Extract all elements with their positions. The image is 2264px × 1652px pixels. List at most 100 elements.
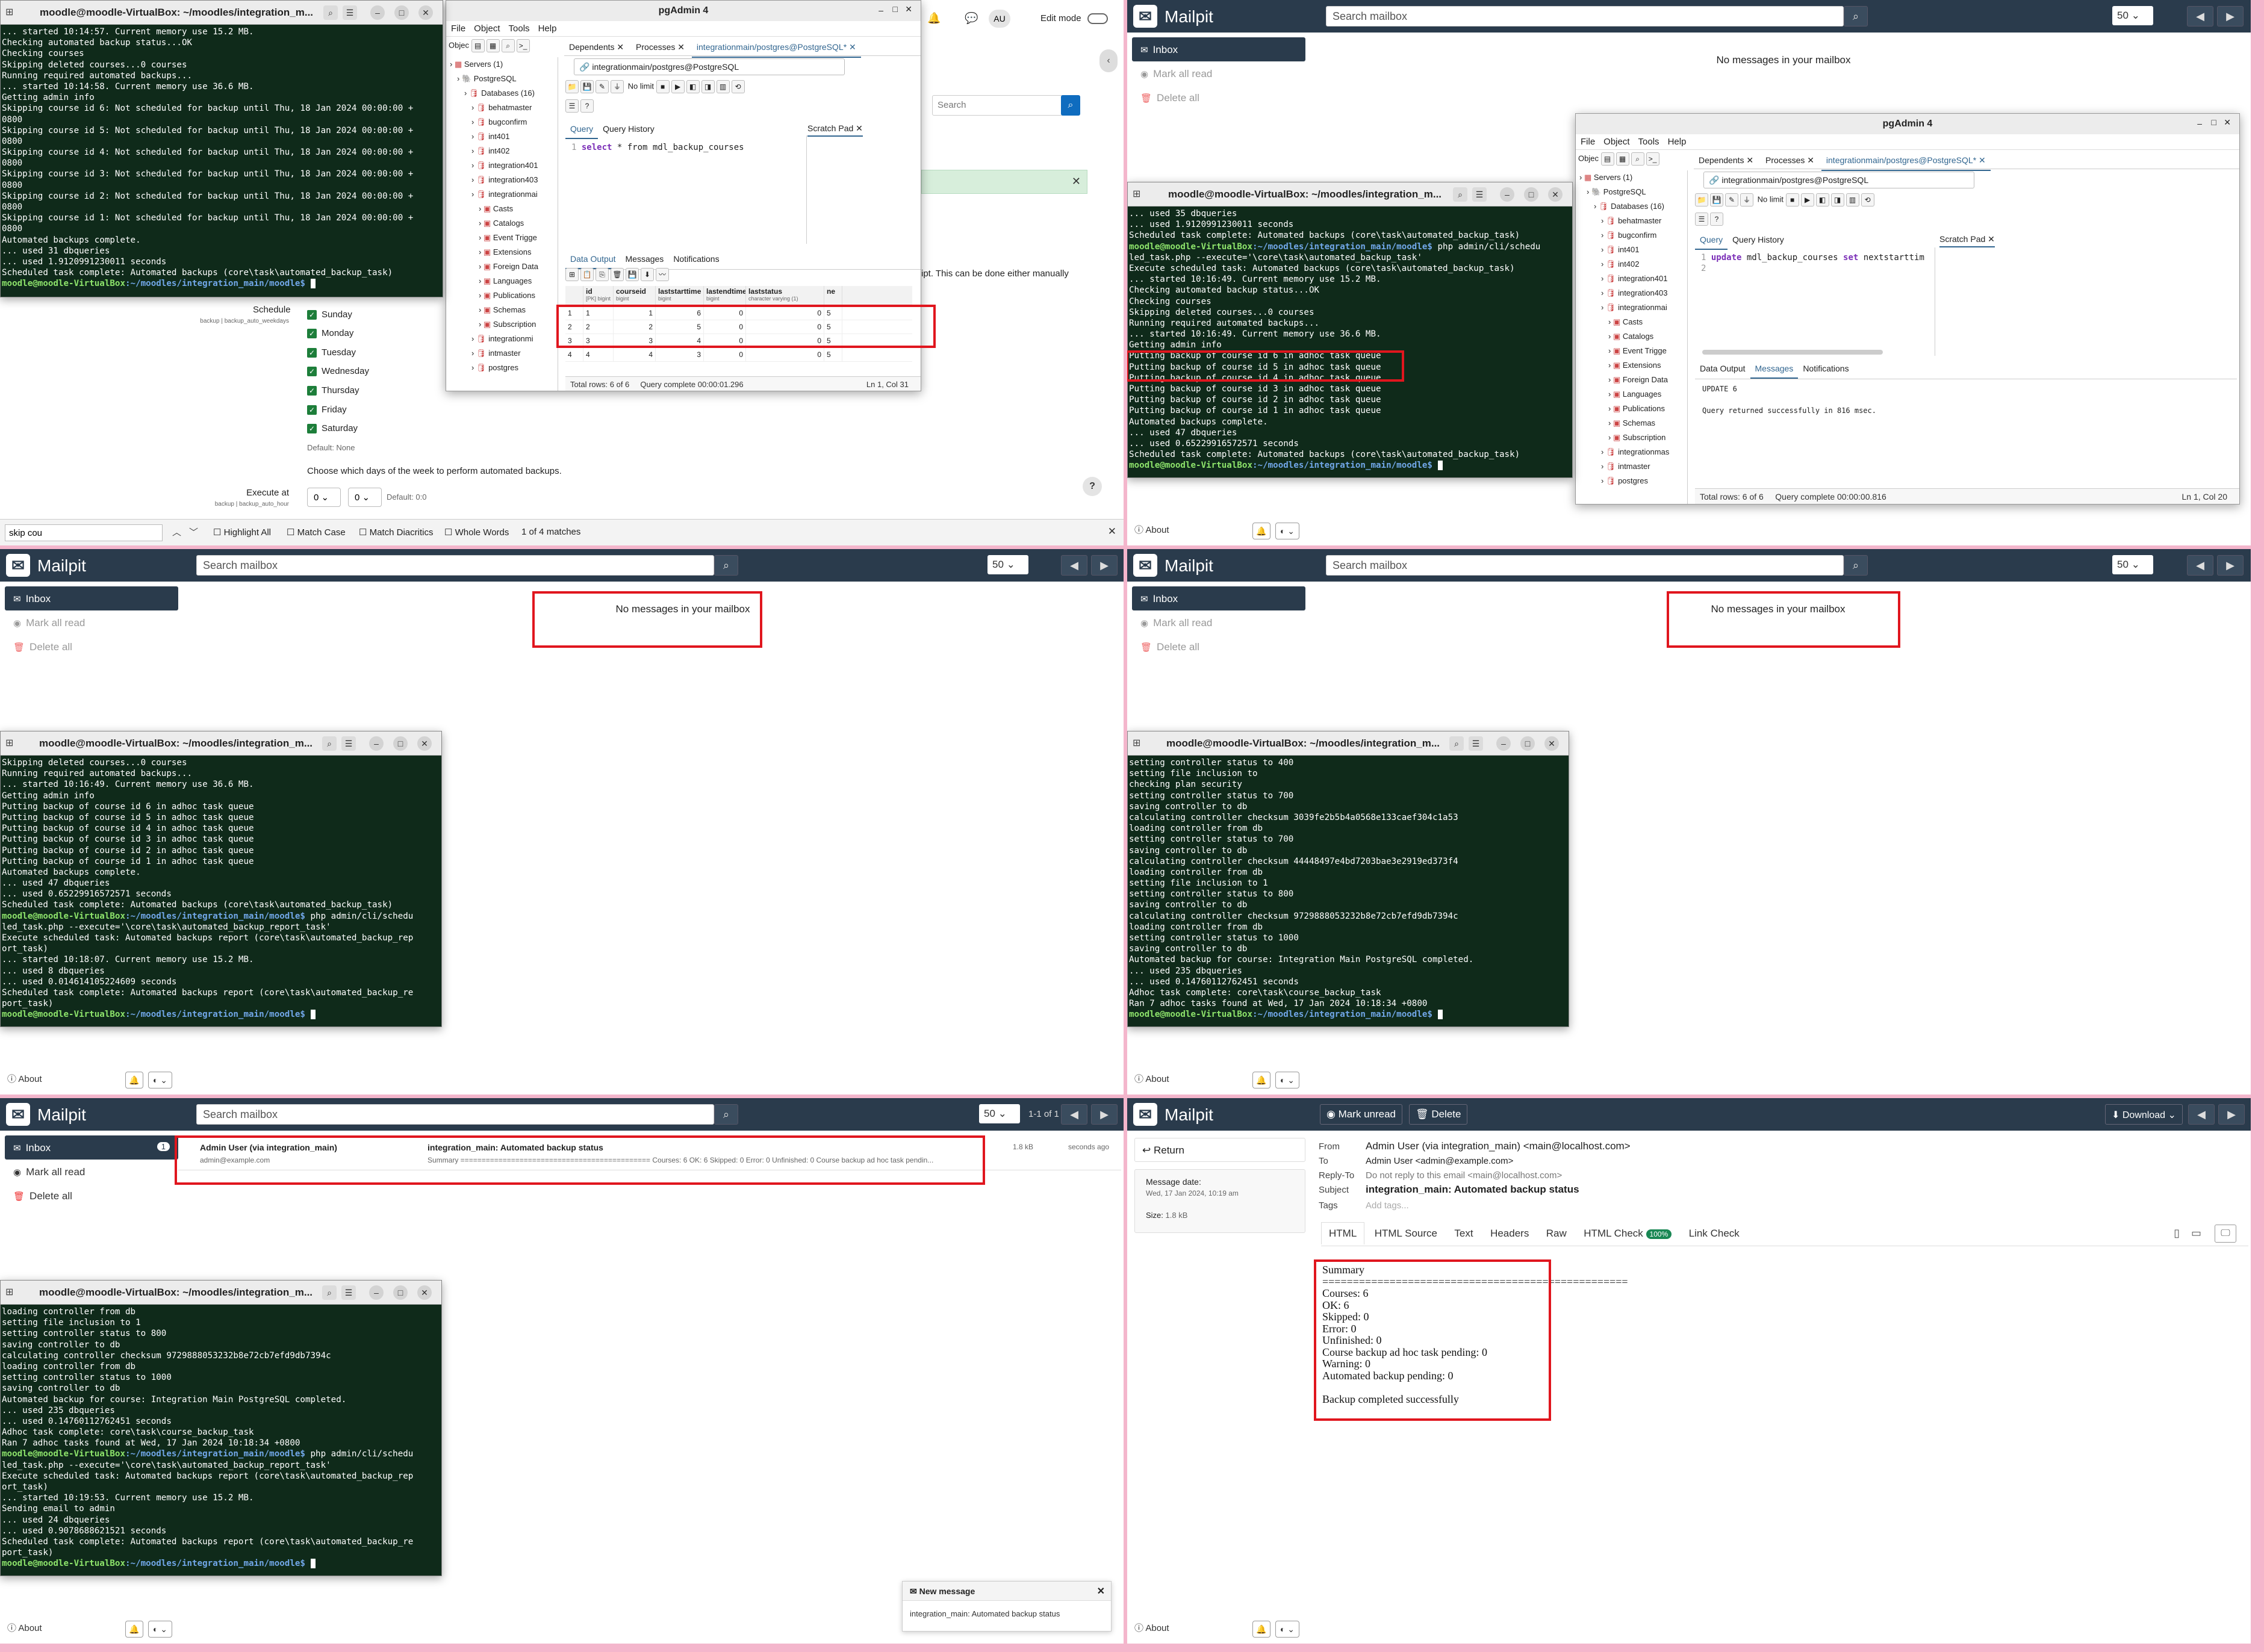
prev-page-icon[interactable]: ◀ [2187, 555, 2213, 576]
maximize-icon[interactable]: □ [893, 4, 898, 14]
day-monday[interactable]: ✓ Monday [307, 328, 353, 339]
maximize-icon[interactable]: □ [393, 736, 408, 751]
maximize-icon[interactable]: □ [393, 1285, 408, 1300]
sql-editor[interactable]: 1 update mdl_backup_courses set nextstar… [1701, 252, 1924, 274]
limit-select[interactable]: No limit [628, 81, 654, 90]
menu-tools[interactable]: Tools [509, 23, 530, 34]
maximize-icon[interactable]: □ [2212, 117, 2216, 127]
tree-node[interactable]: › ▣ Languages [1576, 387, 1687, 402]
maximize-icon[interactable]: □ [1520, 736, 1535, 751]
maximize-icon[interactable]: □ [394, 5, 409, 20]
tab-query-history[interactable]: Query History [1728, 231, 1789, 249]
tree-node[interactable]: › ▣ Subscription [1576, 430, 1687, 445]
notifications-toggle[interactable]: 🔔 [1252, 1072, 1270, 1088]
tree-node[interactable]: › 🛢 bugconfirm [446, 115, 558, 129]
table-row[interactable]: 4443005 [565, 348, 912, 362]
terminal-output[interactable]: loading controller from db setting file i… [1, 1305, 441, 1571]
column-header[interactable]: courseid bigint [614, 286, 656, 306]
tree-node[interactable]: › 🛢 integrationmai [446, 187, 558, 202]
prev-page-icon[interactable]: ◀ [1061, 1104, 1087, 1125]
minimize-icon[interactable]: – [1496, 736, 1511, 751]
delete-all-button[interactable]: 🗑 Delete all [1132, 635, 1305, 659]
tree-node[interactable]: › 🛢 Databases (16) [1576, 199, 1687, 214]
new-tab-icon[interactable]: ⊞ [5, 6, 13, 18]
menu-icon[interactable]: ☰ [1472, 187, 1487, 202]
tree-node[interactable]: › ▣ Schemas [1576, 416, 1687, 430]
tab-query-history[interactable]: Query History [598, 120, 659, 138]
prev-message-icon[interactable]: ◀ [2188, 1104, 2215, 1125]
find-next-icon[interactable]: ﹀ [189, 526, 198, 538]
mark-unread-button[interactable]: ◉ Mark unread [1320, 1104, 1402, 1125]
search-icon[interactable]: ⌕ [714, 1104, 738, 1125]
tablet-view-icon[interactable]: ▭ [2191, 1227, 2201, 1240]
theme-toggle[interactable]: ◐ ⌄ [1275, 1072, 1299, 1088]
close-icon[interactable]: ✕ [2224, 117, 2231, 128]
theme-toggle[interactable]: ◐ ⌄ [1275, 1621, 1299, 1638]
tree-node[interactable]: › 🛢 integrationmi [446, 332, 558, 346]
help-icon[interactable]: ? [1083, 477, 1102, 496]
tree-node[interactable]: › ▣ Catalogs [446, 216, 558, 231]
next-page-icon[interactable]: ▶ [2217, 555, 2244, 576]
tab-dependents[interactable]: Dependents ✕ [1694, 151, 1758, 170]
table-row[interactable]: 3334005 [565, 334, 912, 348]
day-tuesday[interactable]: ✓ Tuesday [307, 347, 356, 358]
minimize-icon[interactable]: – [2197, 119, 2202, 128]
tree-node[interactable]: › 🛢 behatmaster [446, 101, 558, 115]
table-row[interactable]: 2225005 [565, 320, 912, 334]
close-icon[interactable]: ✕ [1544, 736, 1559, 751]
tree-node[interactable]: › ▣ Casts [446, 202, 558, 216]
scratch-pad-tab[interactable]: Scratch Pad ✕ [1939, 234, 1995, 247]
hour-select[interactable]: 0 ⌄ [307, 488, 341, 507]
tab-html-check[interactable]: HTML Check 100% [1576, 1223, 1679, 1244]
mark-all-read-button[interactable]: ◉ Mark all read [1132, 61, 1305, 85]
notifications-toggle[interactable]: 🔔 [1252, 523, 1270, 539]
close-icon[interactable]: ✕ [905, 4, 912, 14]
sidebar-item-inbox[interactable]: ✉ Inbox [5, 586, 178, 610]
next-page-icon[interactable]: ▶ [1091, 555, 1118, 576]
search-input[interactable]: Search mailbox [1326, 6, 1844, 26]
tab-raw[interactable]: Raw [1539, 1223, 1574, 1244]
delete-all-button[interactable]: 🗑 Delete all [5, 635, 178, 659]
column-header[interactable]: laststarttime bigint [656, 286, 704, 306]
minimize-icon[interactable]: – [1500, 187, 1514, 202]
tree-node[interactable]: › 🛢 intmaster [446, 346, 558, 361]
sql-editor[interactable]: 1 select * from mdl_backup_courses [571, 143, 744, 152]
minimize-icon[interactable]: – [370, 5, 385, 20]
terminal-output[interactable]: ... started 10:14:57. Current memory use… [1, 25, 443, 291]
tree-node[interactable]: › 🛢 int402 [1576, 257, 1687, 272]
tree-node[interactable]: › ▣ Publications [446, 288, 558, 303]
table-row[interactable]: 1116005 [565, 306, 912, 320]
tree-node[interactable]: › ▣ Schemas [446, 303, 558, 317]
tab-messages[interactable]: Messages [621, 250, 669, 268]
menu-object[interactable]: Object [1603, 137, 1629, 147]
tree-node[interactable]: › 🛢 Databases (16) [446, 86, 558, 101]
menu-file[interactable]: File [1581, 137, 1595, 147]
menu-help[interactable]: Help [1668, 137, 1687, 147]
tree-node[interactable]: › ▣ Extensions [1576, 358, 1687, 373]
tab-link-check[interactable]: Link Check [1682, 1223, 1747, 1244]
theme-toggle[interactable]: ◐ ⌄ [1275, 523, 1299, 539]
download-button[interactable]: ⬇ Download ⌄ [2105, 1104, 2183, 1125]
tree-node[interactable]: › ▣ Languages [446, 274, 558, 288]
tab-data-output[interactable]: Data Output [1695, 359, 1750, 377]
tab-processes[interactable]: Processes ✕ [631, 38, 689, 57]
tree-node[interactable]: › 🛢 integration403 [1576, 286, 1687, 300]
new-tab-icon[interactable]: ⊞ [1133, 188, 1140, 200]
sidebar-item-inbox[interactable]: ✉ Inbox 1 [5, 1135, 178, 1160]
search-icon[interactable]: ⌕ [1453, 187, 1467, 202]
prev-page-icon[interactable]: ◀ [1061, 555, 1087, 576]
sidebar-item-inbox[interactable]: ✉ Inbox [1132, 586, 1305, 610]
tree-node[interactable]: › ▣ Event Trigge [1576, 344, 1687, 358]
column-header[interactable]: id [PK] bigint [583, 286, 614, 306]
scratch-pad-tab[interactable]: Scratch Pad ✕ [807, 123, 863, 137]
menu-file[interactable]: File [451, 23, 465, 34]
tab-data-output[interactable]: Data Output [565, 250, 621, 269]
highlight-all-option[interactable]: ☐ Highlight All [213, 527, 271, 538]
tab-query[interactable]: Query [1695, 231, 1728, 250]
notifications-toggle[interactable]: 🔔 [125, 1072, 143, 1088]
theme-toggle[interactable]: ◐ ⌄ [148, 1621, 172, 1638]
menu-icon[interactable]: ☰ [341, 736, 356, 751]
tab-query[interactable]: Query [565, 120, 599, 139]
day-wednesday[interactable]: ✓ Wednesday [307, 366, 369, 377]
tab-headers[interactable]: Headers [1483, 1223, 1536, 1244]
